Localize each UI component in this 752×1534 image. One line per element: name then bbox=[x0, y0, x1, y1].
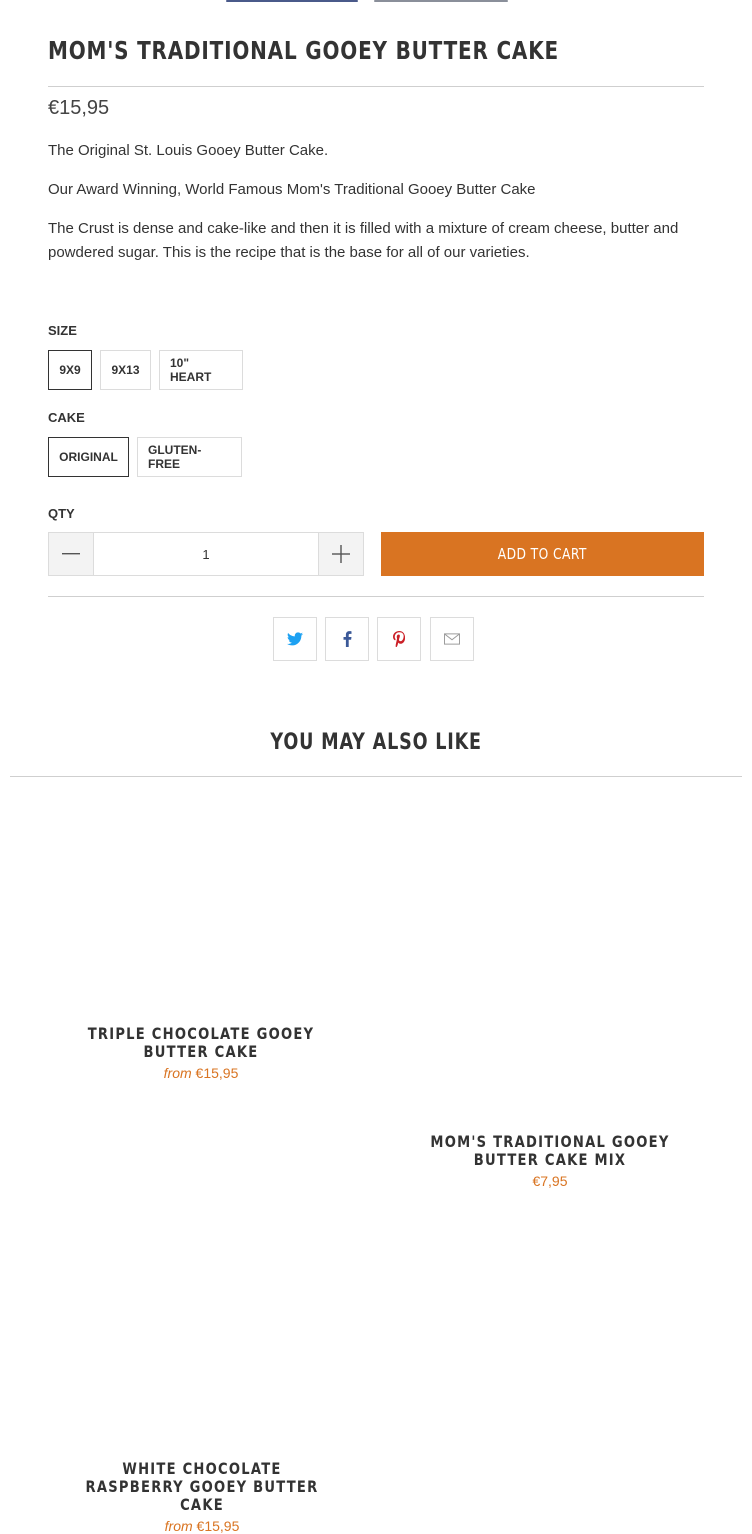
add-to-cart-label: ADD TO CART bbox=[497, 545, 588, 563]
price-value: €15,95 bbox=[196, 1518, 240, 1534]
description-line: The Original St. Louis Gooey Butter Cake… bbox=[48, 142, 329, 159]
related-divider bbox=[10, 776, 742, 777]
quantity-input[interactable] bbox=[94, 533, 318, 575]
minus-icon bbox=[62, 553, 80, 555]
size-option-10-heart[interactable]: 10" HEART bbox=[159, 350, 243, 390]
qty-decrease-button[interactable] bbox=[49, 533, 94, 575]
price-prefix: from bbox=[164, 1518, 193, 1534]
title-divider bbox=[48, 86, 704, 87]
cake-option-gluten-free[interactable]: GLUTEN-FREE bbox=[137, 437, 242, 477]
share-twitter-button[interactable] bbox=[273, 617, 317, 661]
product-title: MOM'S TRADITIONAL GOOEY BUTTER CAKE bbox=[48, 36, 559, 65]
related-product-price: from €15,95 bbox=[30, 1065, 372, 1081]
size-label: SIZE bbox=[48, 323, 77, 338]
related-product-price: €7,95 bbox=[380, 1173, 720, 1189]
related-section-title: YOU MAY ALSO LIKE bbox=[0, 730, 752, 755]
product-image-strip bbox=[226, 0, 508, 2]
related-product-price: from €15,95 bbox=[42, 1518, 362, 1534]
plus-icon bbox=[332, 545, 350, 563]
image-thumb-edge bbox=[374, 0, 508, 2]
related-title-text: YOU MAY ALSO LIKE bbox=[270, 730, 482, 755]
pinterest-icon bbox=[393, 631, 405, 647]
description-paragraph: The Crust is dense and cake-like and the… bbox=[48, 220, 679, 261]
related-product-card[interactable]: MOM'S TRADITIONAL GOOEY BUTTER CAKE MIX … bbox=[380, 1133, 720, 1190]
size-option-9x13[interactable]: 9X13 bbox=[100, 350, 151, 390]
related-product-name[interactable]: MOM'S TRADITIONAL GOOEY BUTTER CAKE MIX bbox=[380, 1133, 720, 1169]
price-value: €7,95 bbox=[532, 1173, 568, 1189]
price-prefix: from bbox=[163, 1065, 192, 1081]
cake-label: CAKE bbox=[48, 410, 85, 425]
related-product-card[interactable]: WHITE CHOCOLATE RASPBERRY GOOEY BUTTER C… bbox=[42, 1460, 362, 1534]
related-product-name-text: MOM'S TRADITIONAL GOOEY BUTTER CAKE MIX bbox=[430, 1132, 670, 1169]
twitter-icon bbox=[287, 632, 303, 646]
qty-increase-button[interactable] bbox=[318, 533, 363, 575]
share-email-button[interactable] bbox=[430, 617, 474, 661]
quantity-stepper bbox=[48, 532, 364, 576]
related-product-name[interactable]: TRIPLE CHOCOLATE GOOEY BUTTER CAKE bbox=[30, 1025, 372, 1061]
cake-option-original[interactable]: ORIGINAL bbox=[48, 437, 129, 477]
related-product-card[interactable]: TRIPLE CHOCOLATE GOOEY BUTTER CAKE from … bbox=[30, 1025, 372, 1082]
add-to-cart-button[interactable]: ADD TO CART bbox=[381, 532, 704, 576]
product-price: €15,95 bbox=[48, 97, 110, 119]
share-pinterest-button[interactable] bbox=[377, 617, 421, 661]
price-value: €15,95 bbox=[195, 1065, 239, 1081]
facebook-icon bbox=[343, 631, 351, 647]
description-line: Our Award Winning, World Famous Mom's Tr… bbox=[48, 181, 536, 198]
size-option-9x9[interactable]: 9X9 bbox=[48, 350, 92, 390]
image-thumb-edge bbox=[226, 0, 358, 2]
share-divider bbox=[48, 596, 704, 597]
share-facebook-button[interactable] bbox=[325, 617, 369, 661]
related-product-name-text: TRIPLE CHOCOLATE GOOEY BUTTER CAKE bbox=[87, 1024, 315, 1061]
qty-label: QTY bbox=[48, 506, 75, 521]
email-icon bbox=[444, 633, 460, 645]
